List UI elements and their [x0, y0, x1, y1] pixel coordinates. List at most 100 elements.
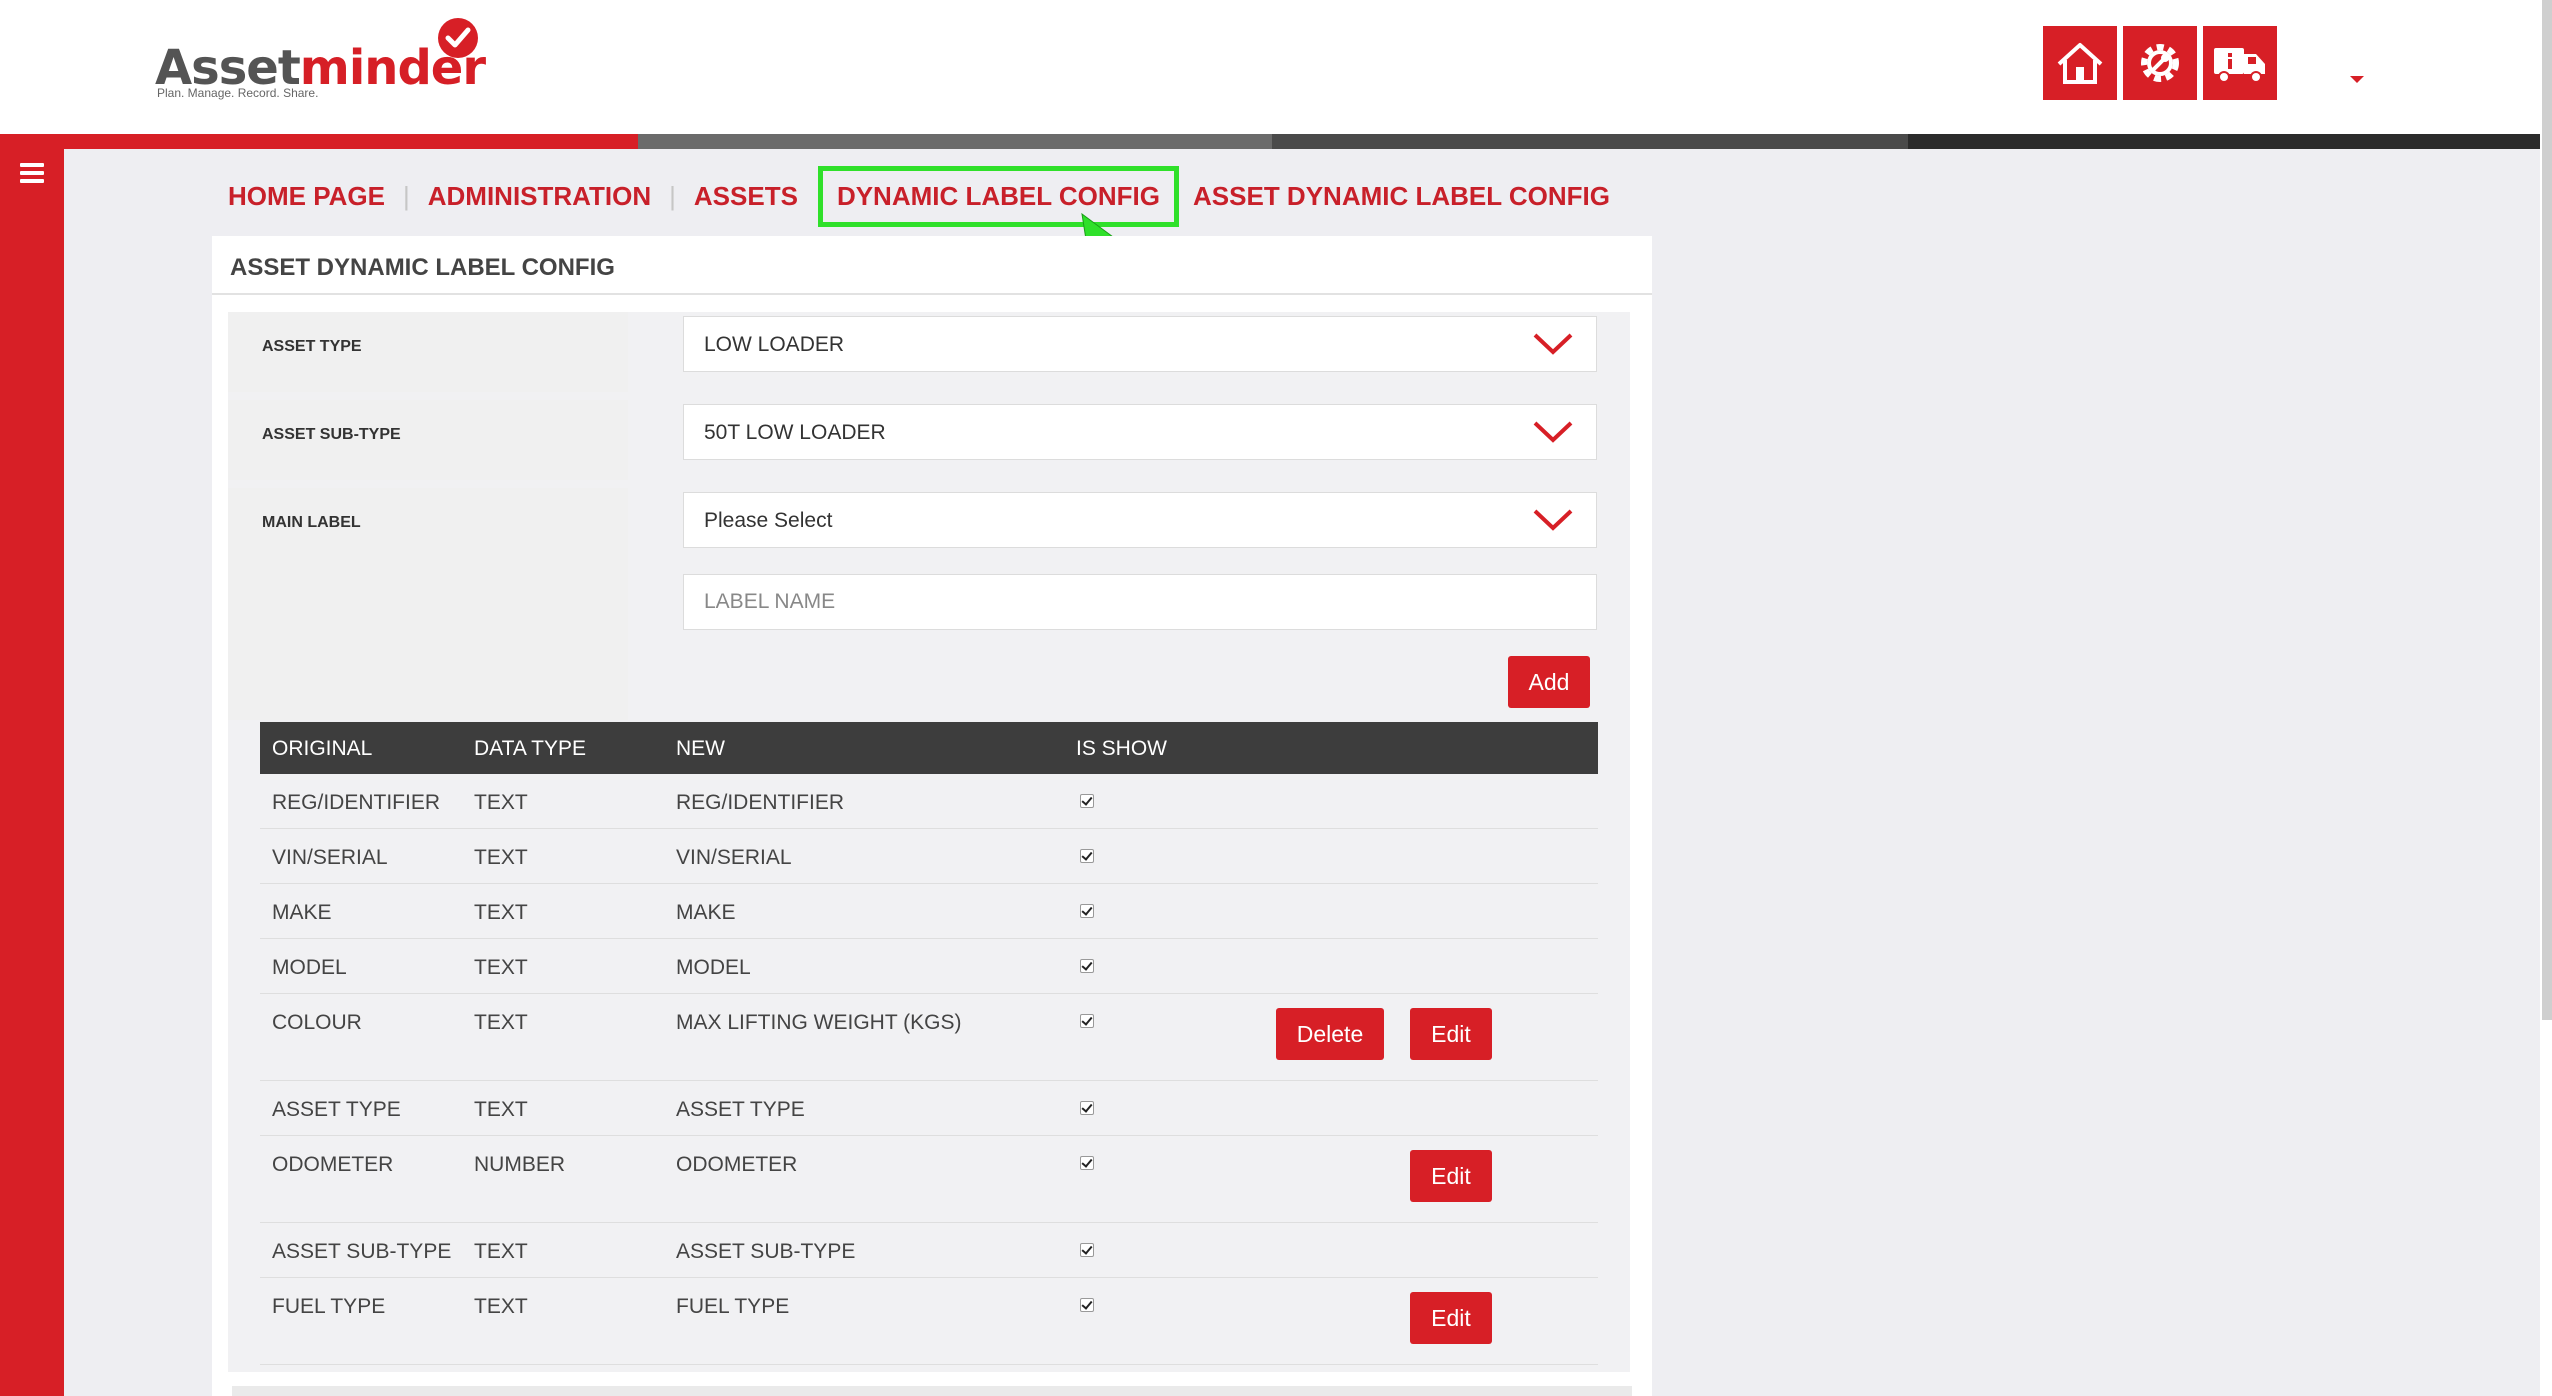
table-body: REG/IDENTIFIER TEXT REG/IDENTIFIER VIN/SERI… — [260, 774, 1598, 1365]
chevron-down-icon — [1533, 333, 1573, 355]
chevron-down-icon — [1533, 509, 1573, 531]
breadcrumb-separator: | — [402, 180, 410, 211]
col-data-type: DATA TYPE — [474, 737, 587, 760]
breadcrumb-home[interactable]: HOME PAGE — [228, 181, 385, 212]
asset-subtype-label: ASSET SUB-TYPE — [262, 426, 401, 443]
add-button[interactable]: Add — [1508, 656, 1590, 708]
table-row: COLOUR TEXT MAX LIFTING WEIGHT (KGS) Delete… — [260, 994, 1598, 1081]
label-name-field[interactable] — [683, 574, 1597, 630]
breadcrumb: HOME PAGE | ADMINISTRATION | ASSETS DYNA… — [228, 165, 1610, 227]
table-row: MAKE TEXT MAKE — [260, 884, 1598, 939]
cell-data-type: TEXT — [474, 956, 528, 979]
cell-data-type: TEXT — [474, 846, 528, 869]
assetminder-logo[interactable]: Assetminder Plan. Manage. Record. Share. — [155, 18, 486, 100]
main-label-select[interactable]: Please Select — [683, 492, 1597, 548]
home-button[interactable] — [2043, 26, 2117, 100]
is-show-checkbox[interactable] — [1080, 904, 1094, 918]
cell-original: COLOUR — [272, 1011, 362, 1034]
cell-new: VIN/SERIAL — [676, 846, 792, 869]
asset-type-select[interactable]: LOW LOADER — [683, 316, 1597, 372]
main-label-value: Please Select — [704, 509, 833, 532]
breadcrumb-separator: | — [669, 180, 676, 211]
table-row: FUEL TYPE TEXT FUEL TYPE Edit — [260, 1278, 1598, 1365]
table-header: ORIGINAL DATA TYPE NEW IS SHOW — [260, 722, 1598, 774]
table-row: ODOMETER NUMBER ODOMETER Edit — [260, 1136, 1598, 1223]
table-row: ASSET TYPE TEXT ASSET TYPE — [260, 1081, 1598, 1136]
hamburger-menu-icon[interactable] — [20, 163, 44, 183]
header-strip-charcoal — [1908, 134, 2540, 149]
cell-data-type: TEXT — [474, 1098, 528, 1121]
cell-original: ASSET SUB-TYPE — [272, 1240, 452, 1263]
sidebar — [0, 149, 64, 1396]
settings-button[interactable] — [2123, 26, 2197, 100]
logo-tagline: Plan. Manage. Record. Share. — [157, 86, 319, 100]
breadcrumb-asset-dynamic-label-config[interactable]: ASSET DYNAMIC LABEL CONFIG — [1193, 181, 1610, 212]
user-menu-caret-icon[interactable] — [2350, 76, 2364, 83]
assets-button[interactable] — [2203, 26, 2277, 100]
cell-original: ASSET TYPE — [272, 1098, 401, 1121]
table-row: VIN/SERIAL TEXT VIN/SERIAL — [260, 829, 1598, 884]
cell-new: REG/IDENTIFIER — [676, 791, 845, 814]
header-strip-darkgrey — [1272, 134, 1908, 149]
col-new: NEW — [676, 737, 725, 760]
chevron-down-icon — [1533, 421, 1573, 443]
scrollbar-thumb[interactable] — [2542, 0, 2552, 1020]
delete-button[interactable]: Delete — [1276, 1008, 1384, 1060]
cell-data-type: TEXT — [474, 1011, 528, 1034]
panel-bottom-edge — [232, 1386, 1632, 1396]
check-badge-icon — [438, 18, 478, 58]
label-name-input[interactable] — [684, 575, 1596, 629]
cell-original: VIN/SERIAL — [272, 846, 388, 869]
cell-data-type: NUMBER — [474, 1153, 566, 1176]
asset-type-label: ASSET TYPE — [262, 338, 362, 355]
edit-button[interactable]: Edit — [1410, 1292, 1492, 1344]
cell-data-type: TEXT — [474, 1295, 528, 1318]
asset-subtype-select[interactable]: 50T LOW LOADER — [683, 404, 1597, 460]
cell-new: MODEL — [676, 956, 751, 979]
breadcrumb-assets[interactable]: ASSETS — [694, 181, 798, 212]
asset-subtype-value: 50T LOW LOADER — [704, 421, 886, 444]
truck-info-icon — [2214, 48, 2265, 83]
edit-button[interactable]: Edit — [1410, 1008, 1492, 1060]
edit-button[interactable]: Edit — [1410, 1150, 1492, 1202]
cell-new: MAKE — [676, 901, 736, 924]
cell-original: MODEL — [272, 956, 347, 979]
is-show-checkbox[interactable] — [1080, 959, 1094, 973]
cell-data-type: TEXT — [474, 791, 528, 814]
header-strip-red — [0, 134, 638, 149]
main-label-label: MAIN LABEL — [262, 514, 361, 531]
is-show-checkbox[interactable] — [1080, 1298, 1094, 1312]
is-show-checkbox[interactable] — [1080, 1101, 1094, 1115]
cell-new: MAX LIFTING WEIGHT (KGS) — [676, 1011, 962, 1034]
settings-gear-icon — [2141, 44, 2179, 82]
cell-new: ODOMETER — [676, 1153, 798, 1176]
cell-new: ASSET TYPE — [676, 1098, 805, 1121]
cell-data-type: TEXT — [474, 901, 528, 924]
cell-original: MAKE — [272, 901, 332, 924]
cell-new: ASSET SUB-TYPE — [676, 1240, 856, 1263]
is-show-checkbox[interactable] — [1080, 1243, 1094, 1257]
label-table: ORIGINAL DATA TYPE NEW IS SHOW REG/IDENT… — [260, 722, 1598, 1365]
is-show-checkbox[interactable] — [1080, 794, 1094, 808]
asset-type-value: LOW LOADER — [704, 333, 845, 356]
col-is-show: IS SHOW — [1076, 737, 1168, 760]
panel-title: ASSET DYNAMIC LABEL CONFIG — [230, 254, 615, 281]
header-strip-grey — [638, 134, 1272, 149]
is-show-checkbox[interactable] — [1080, 849, 1094, 863]
is-show-checkbox[interactable] — [1080, 1156, 1094, 1170]
breadcrumb-administration[interactable]: ADMINISTRATION — [428, 181, 651, 212]
cell-original: REG/IDENTIFIER — [272, 791, 441, 814]
app-header: Assetminder Plan. Manage. Record. Share. — [0, 0, 2540, 134]
cell-new: FUEL TYPE — [676, 1295, 790, 1318]
table-row: REG/IDENTIFIER TEXT REG/IDENTIFIER — [260, 774, 1598, 829]
cell-data-type: TEXT — [474, 1240, 528, 1263]
cell-original: FUEL TYPE — [272, 1295, 386, 1318]
table-row: ASSET SUB-TYPE TEXT ASSET SUB-TYPE — [260, 1223, 1598, 1278]
home-icon — [2057, 43, 2103, 84]
col-original: ORIGINAL — [272, 737, 373, 760]
cell-original: ODOMETER — [272, 1153, 394, 1176]
table-row: MODEL TEXT MODEL — [260, 939, 1598, 994]
config-panel: ASSET DYNAMIC LABEL CONFIG ASSET TYPE AS… — [212, 236, 1652, 1396]
panel-divider — [212, 293, 1652, 295]
is-show-checkbox[interactable] — [1080, 1014, 1094, 1028]
